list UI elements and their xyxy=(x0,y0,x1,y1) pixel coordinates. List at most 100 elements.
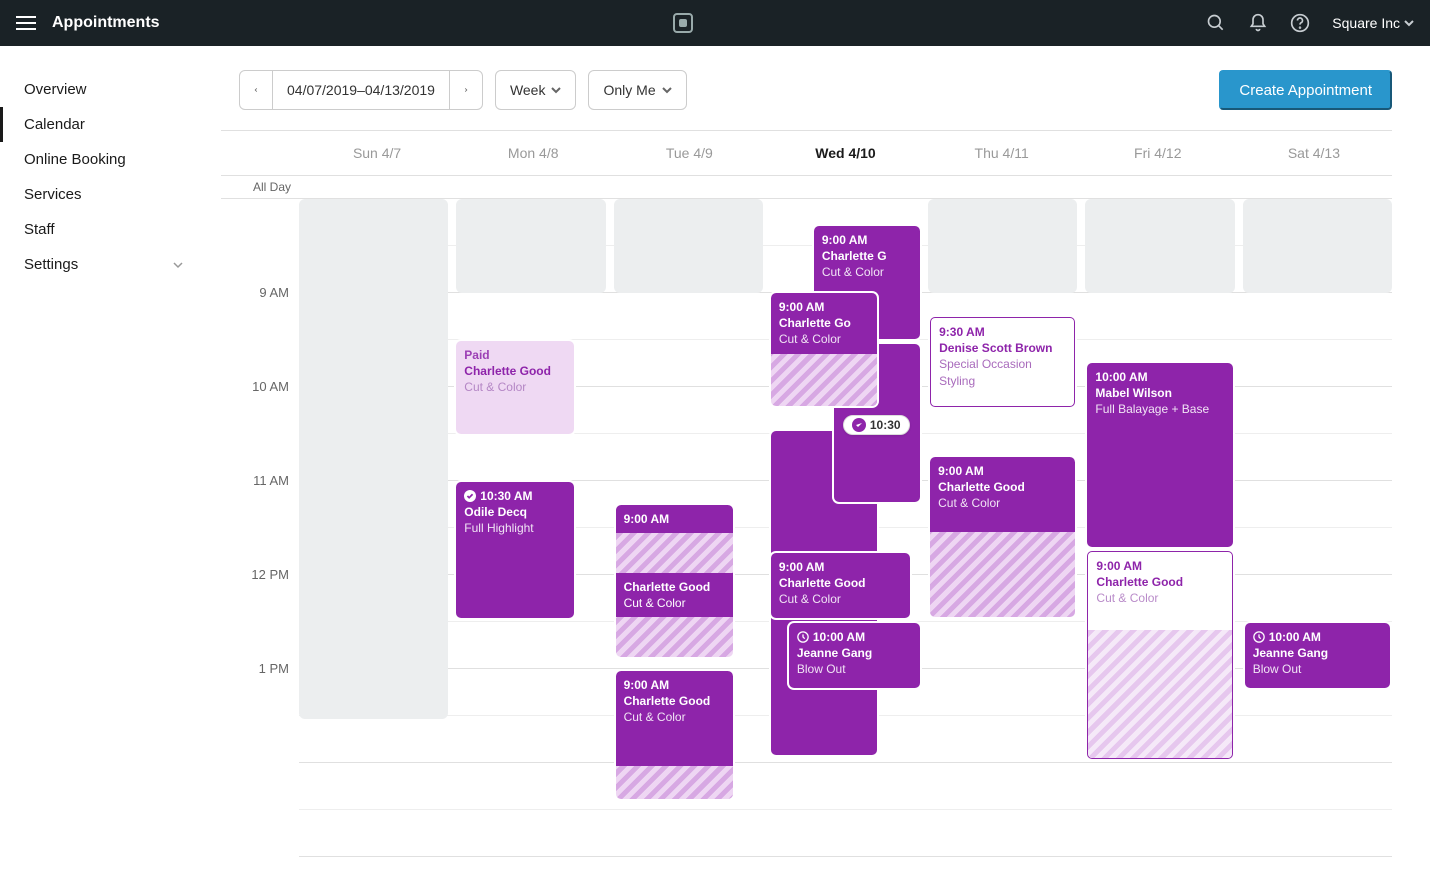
sidebar-item-label: Online Booking xyxy=(24,151,126,168)
calendar-event[interactable]: 10:00 AM Mabel Wilson Full Balayage + Ba… xyxy=(1087,363,1232,547)
staff-filter-select[interactable]: Only Me xyxy=(588,70,686,110)
bell-icon[interactable] xyxy=(1248,13,1268,33)
calendar-grid[interactable]: Paid Charlette Good Cut & Color 10:30 AM… xyxy=(299,199,1392,881)
chevron-right-icon xyxy=(464,85,468,95)
hour-label: 9 AM xyxy=(259,285,289,300)
date-range-button[interactable]: 04/07/2019–04/13/2019 xyxy=(272,70,450,110)
calendar-event[interactable]: 10:00 AM Jeanne Gang Blow Out xyxy=(1245,623,1390,688)
event-time: 10:00 AM xyxy=(1095,369,1224,385)
sidebar-item-label: Services xyxy=(24,186,82,203)
day-header: Sun 4/7 xyxy=(299,131,455,175)
sidebar-item-calendar[interactable]: Calendar xyxy=(0,107,207,142)
calendar-event[interactable]: 10:30 AM Odile Decq Full Highlight xyxy=(456,482,573,618)
event-subtitle: Cut & Color xyxy=(464,379,565,395)
day-column-tue[interactable]: 9:00 AM Charlette Good Cut & Color 9:00 … xyxy=(614,199,763,881)
event-title: Charlette Good xyxy=(624,693,725,709)
hour-label: 11 AM xyxy=(253,473,289,488)
event-subtitle: Cut & Color xyxy=(624,595,725,611)
date-range-label: 04/07/2019–04/13/2019 xyxy=(287,82,435,98)
day-header: Fri 4/12 xyxy=(1080,131,1236,175)
calendar-event[interactable]: 9:00 AM Charlette Good Cut & Color xyxy=(771,553,910,618)
hour-label: 1 PM xyxy=(259,661,289,676)
unavailable-block xyxy=(1243,199,1392,293)
chevron-down-icon xyxy=(1404,18,1414,28)
sidebar: Overview Calendar Online Booking Service… xyxy=(0,46,207,881)
event-time: 10:00 AM xyxy=(1253,629,1382,645)
account-name-label: Square Inc xyxy=(1332,15,1400,31)
calendar-event[interactable]: 9:00 AM Charlette Good Cut & Color xyxy=(616,505,733,657)
help-icon[interactable] xyxy=(1290,13,1310,33)
time-gutter: 9 AM 10 AM 11 AM 12 PM 1 PM xyxy=(221,199,299,881)
day-column-fri[interactable]: 10:00 AM Mabel Wilson Full Balayage + Ba… xyxy=(1085,199,1234,881)
event-title: Jeanne Gang xyxy=(1253,645,1382,661)
event-title: Denise Scott Brown xyxy=(939,340,1066,356)
day-column-mon[interactable]: Paid Charlette Good Cut & Color 10:30 AM… xyxy=(456,199,605,881)
event-time: 9:00 AM xyxy=(624,511,725,527)
calendar-event[interactable]: 9:00 AM Charlette Good Cut & Color xyxy=(616,671,733,799)
event-title: Charlette Go xyxy=(779,315,869,331)
clock-icon xyxy=(797,631,809,643)
day-column-thu[interactable]: 9:30 AM Denise Scott Brown Special Occas… xyxy=(928,199,1077,881)
event-title: Odile Decq xyxy=(464,504,565,520)
time-indicator-pill[interactable]: 10:30 xyxy=(843,415,910,435)
prev-week-button[interactable] xyxy=(239,70,273,110)
unavailable-block xyxy=(614,199,763,293)
event-subtitle: Cut & Color xyxy=(779,331,869,347)
event-time: 9:00 AM xyxy=(822,232,912,248)
all-day-row: All Day xyxy=(221,176,1392,199)
account-menu[interactable]: Square Inc xyxy=(1332,15,1414,31)
calendar-main: 04/07/2019–04/13/2019 Week Only Me Creat… xyxy=(207,46,1430,881)
event-title: Mabel Wilson xyxy=(1095,385,1224,401)
chevron-left-icon xyxy=(254,85,258,95)
date-nav-group: 04/07/2019–04/13/2019 xyxy=(239,70,483,110)
hour-label: 10 AM xyxy=(252,379,289,394)
create-appointment-button[interactable]: Create Appointment xyxy=(1219,70,1392,110)
day-header: Sat 4/13 xyxy=(1236,131,1392,175)
hour-label: 12 PM xyxy=(251,567,289,582)
event-title: Charlette Good xyxy=(464,363,565,379)
day-column-sun[interactable] xyxy=(299,199,448,719)
calendar-event[interactable]: 9:00 AM Charlette Go Cut & Color xyxy=(771,293,877,406)
sidebar-item-label: Settings xyxy=(24,256,78,273)
calendar-event[interactable]: 9:00 AM Charlette Good Cut & Color xyxy=(930,457,1075,617)
menu-icon[interactable] xyxy=(16,16,36,30)
sidebar-item-settings[interactable]: Settings xyxy=(0,247,207,282)
calendar-event[interactable]: 10:00 AM Jeanne Gang Blow Out xyxy=(789,623,920,688)
day-column-wed[interactable]: 9:00 AM Charlette G Cut & Color 9:00 AM … xyxy=(771,199,920,881)
event-subtitle: Special Occasion Styling xyxy=(939,356,1066,388)
next-week-button[interactable] xyxy=(449,70,483,110)
event-subtitle: Cut & Color xyxy=(1096,590,1223,606)
view-select[interactable]: Week xyxy=(495,70,577,110)
topbar: Appointments Square Inc xyxy=(0,0,1430,46)
event-subtitle: Blow Out xyxy=(797,661,912,677)
event-title: Charlette Good xyxy=(779,575,902,591)
event-subtitle: Cut & Color xyxy=(822,264,912,280)
sidebar-item-label: Staff xyxy=(24,221,55,238)
chevron-down-icon xyxy=(551,85,561,95)
search-icon[interactable] xyxy=(1206,13,1226,33)
unavailable-block xyxy=(1085,199,1234,293)
event-title: Charlette Good xyxy=(938,479,1067,495)
sidebar-item-services[interactable]: Services xyxy=(0,177,207,212)
event-time: 9:00 AM xyxy=(779,559,902,575)
event-time: 9:30 AM xyxy=(939,324,1066,340)
calendar-event[interactable]: Paid Charlette Good Cut & Color xyxy=(456,341,573,434)
chevron-down-icon xyxy=(173,260,183,270)
sidebar-item-overview[interactable]: Overview xyxy=(0,72,207,107)
event-status: Paid xyxy=(464,347,565,363)
sidebar-item-label: Calendar xyxy=(24,116,85,133)
event-time: 10:00 AM xyxy=(797,629,912,645)
day-column-sat[interactable]: 10:00 AM Jeanne Gang Blow Out xyxy=(1243,199,1392,881)
filter-label: Only Me xyxy=(603,82,655,98)
unavailable-block xyxy=(456,199,605,293)
calendar-event[interactable]: 9:30 AM Denise Scott Brown Special Occas… xyxy=(930,317,1075,407)
event-time: 9:00 AM xyxy=(624,677,725,693)
event-time: 10:30 AM xyxy=(464,488,565,504)
calendar-event[interactable]: 9:00 AM Charlette Good Cut & Color xyxy=(1087,551,1232,759)
event-title: Jeanne Gang xyxy=(797,645,912,661)
all-day-label: All Day xyxy=(221,176,299,198)
event-subtitle: Cut & Color xyxy=(624,709,725,725)
sidebar-item-online-booking[interactable]: Online Booking xyxy=(0,142,207,177)
sidebar-item-label: Overview xyxy=(24,81,87,98)
sidebar-item-staff[interactable]: Staff xyxy=(0,212,207,247)
